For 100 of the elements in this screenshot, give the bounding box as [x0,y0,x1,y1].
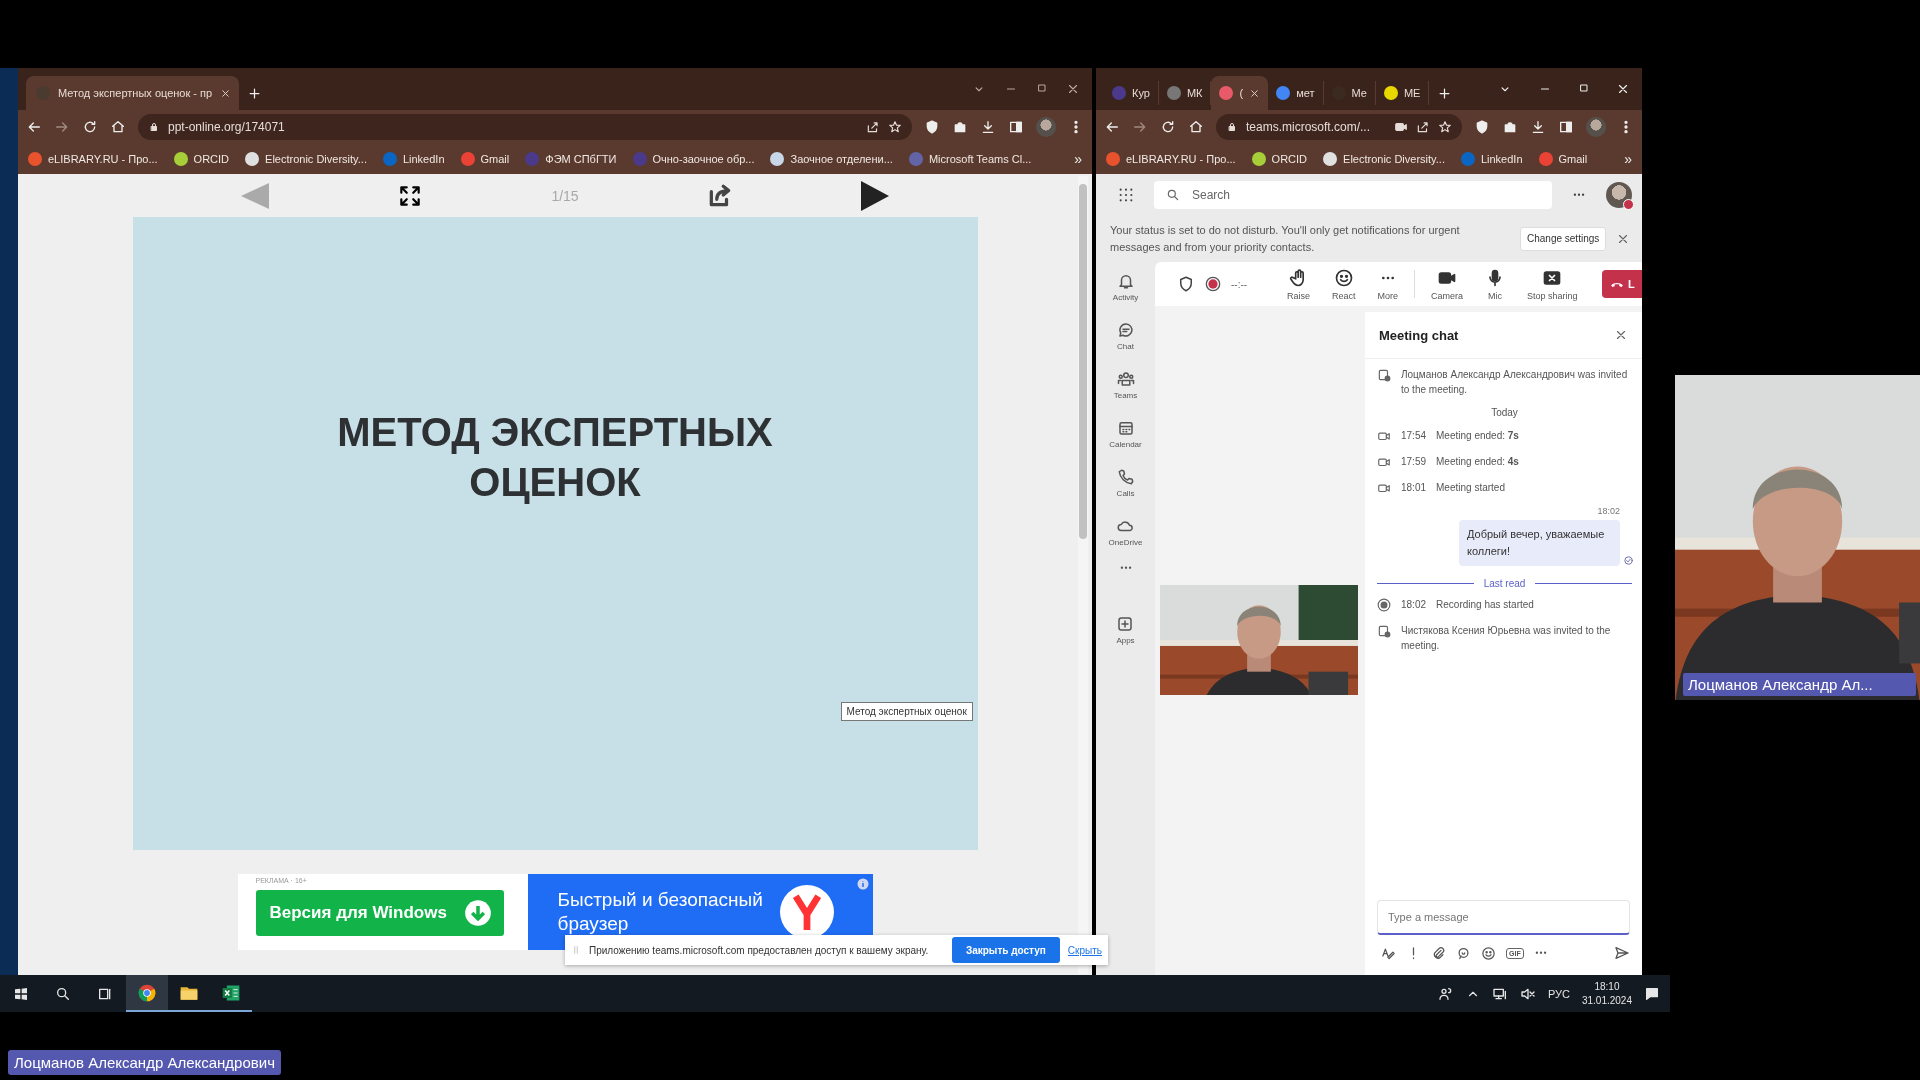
side-panel-icon[interactable] [1008,119,1024,135]
clock-time[interactable]: 18:10 [1594,979,1620,994]
calendar-icon [1116,419,1135,437]
rail-item[interactable]: Apps [1116,615,1135,664]
bookmark[interactable]: Electronic Diversity... [245,152,367,166]
system-message: Лоцманов Александр Александрович was invited to the meeting. [1401,368,1629,397]
address-bar[interactable]: teams.microsoft.com/... [1216,114,1462,140]
rail-item[interactable]: Activity [1112,272,1139,321]
toolbar-button[interactable]: More [1371,267,1405,301]
event-time: 18:01 [1401,481,1427,495]
bookmark[interactable]: LinkedIn [1460,152,1523,166]
forward-icon[interactable] [1132,119,1148,135]
info-icon[interactable] [856,878,869,890]
notification-icon[interactable] [1644,985,1660,1002]
browser-tab[interactable]: ( [1211,76,1269,110]
message-input[interactable]: Type a message [1377,900,1630,935]
profile-avatar[interactable] [1036,117,1056,137]
back-icon[interactable] [26,119,42,135]
browser-tab[interactable]: Ме [1323,81,1376,105]
status-notice: Your status is set to do not disturb. You'll only get notifications for urgent messages and from your priority contacts. [1110,222,1461,255]
star-icon[interactable] [1438,120,1452,134]
toolbar-button[interactable]: Mic [1479,267,1512,301]
stop-sharing-button[interactable]: Закрыть доступ [951,937,1060,963]
bookmark[interactable]: ORCID [1251,152,1308,166]
shield-icon[interactable] [1474,119,1490,135]
more-icon[interactable] [1572,192,1586,197]
hide-link[interactable]: Скрыть [1067,944,1102,956]
bookmark[interactable]: Gmail [460,152,510,166]
emoji-icon[interactable] [1481,945,1496,961]
change-settings-button[interactable]: Change settings [1520,226,1607,251]
format-icon[interactable] [1381,945,1396,961]
reload-icon[interactable] [82,119,98,135]
search-icon[interactable] [55,985,71,1002]
bookmark[interactable]: LinkedIn [382,152,445,166]
bookmark[interactable]: eLIBRARY.RU - Про... [1106,152,1236,166]
more-icon [1118,566,1133,570]
close-icon[interactable] [1616,82,1630,96]
bookmark[interactable]: eLIBRARY.RU - Про... [28,152,158,166]
meeting-timer: --:-- [1231,278,1249,290]
bell-icon [1116,272,1135,290]
browser-tab[interactable]: Метод экспертных оценок - пр [26,76,240,110]
seen-icon [1623,555,1634,566]
home-icon[interactable] [110,119,126,135]
windows-start-icon[interactable] [13,985,29,1002]
more-bookmarks-button[interactable]: » [1624,151,1632,167]
share-icon[interactable] [1416,120,1430,134]
close-icon[interactable] [1614,328,1628,342]
bookmark[interactable]: Очно-заочное обр... [632,152,755,166]
download-icon[interactable] [980,119,996,135]
clock-date[interactable]: 31.01.2024 [1581,993,1632,1008]
toolbar-button[interactable]: Raise [1281,267,1316,301]
profile-avatar[interactable] [1606,181,1632,208]
home-icon[interactable] [1188,119,1204,135]
bookmark[interactable]: Заочное отделени... [770,152,893,166]
taskbar-app[interactable] [126,975,168,1012]
video-camera-icon [1377,429,1391,443]
close-tab-icon[interactable] [220,87,232,99]
toolbar-button[interactable]: Stop sharing [1521,267,1584,301]
rail-item[interactable]: OneDrive [1108,517,1143,566]
rail-item[interactable]: Calls [1116,468,1135,517]
next-slide-icon[interactable] [860,180,889,211]
app-launcher-icon[interactable] [1118,186,1134,203]
rail-item[interactable]: Calendar [1109,419,1142,468]
bookmark[interactable]: Electronic Diversity... [1323,152,1445,166]
more-bookmarks-button[interactable]: » [1074,151,1082,167]
browser-tab[interactable]: Кур [1104,81,1159,105]
search-field[interactable]: Search [1154,180,1552,209]
browser-tab[interactable]: мет [1268,81,1324,105]
share-icon[interactable] [866,120,880,134]
more-icon[interactable] [1533,951,1548,955]
new-tab-icon[interactable] [247,86,263,101]
bookmark[interactable]: ФЭМ СПбГТИ [525,152,617,166]
shield-icon[interactable] [924,119,940,135]
profile-avatar[interactable] [1586,117,1606,137]
lock-icon [148,121,160,133]
close-icon[interactable] [1066,82,1080,96]
bookmark[interactable]: ORCID [173,152,230,166]
close-tab-icon[interactable] [1249,87,1261,99]
browser-tab[interactable]: МЕ [1375,81,1430,105]
rail-item[interactable]: Teams [1113,370,1138,419]
reload-icon[interactable] [1160,119,1176,135]
maximize-icon[interactable] [1578,82,1590,94]
send-icon[interactable] [1614,945,1630,961]
bookmark[interactable]: Microsoft Teams Cl... [908,152,1032,166]
address-bar[interactable]: ppt-online.org/174071 [138,114,912,140]
toolbar-button[interactable]: React [1326,267,1362,301]
language-indicator[interactable]: РУС [1547,987,1570,1000]
bookmark[interactable]: Gmail [1538,152,1588,166]
toolbar-button[interactable]: Camera [1425,267,1470,301]
attach-icon[interactable] [1431,945,1446,961]
new-tab-icon[interactable] [1437,86,1453,101]
leave-button[interactable]: L [1602,270,1642,298]
star-icon[interactable] [888,120,902,134]
download-icon[interactable] [1530,119,1546,135]
people-icon[interactable] [1437,985,1454,1002]
forward-icon[interactable] [54,119,70,135]
side-panel-icon[interactable] [1558,119,1574,135]
rail-item[interactable]: Chat [1116,321,1135,370]
maximize-icon[interactable] [1036,82,1048,94]
back-icon[interactable] [1104,119,1120,135]
